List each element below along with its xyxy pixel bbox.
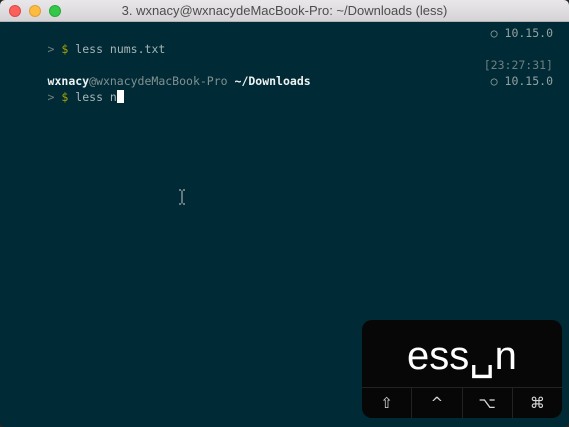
keystroke-overlay: ess␣n ⇧ ^ ⌥ ⌘ bbox=[362, 320, 562, 418]
ibeam-cursor-icon bbox=[179, 189, 185, 205]
prompt-dollar: $ bbox=[61, 90, 69, 104]
keystroke-text: ess␣n bbox=[407, 334, 517, 378]
title-bar[interactable]: 3. wxnacy@wxnacydeMacBook-Pro: ~/Downloa… bbox=[0, 0, 569, 22]
terminal-line-previous-command: > $ less nums.txt ○ 10.15.0 bbox=[6, 25, 553, 56]
window-title: 3. wxnacy@wxnacydeMacBook-Pro: ~/Downloa… bbox=[121, 3, 448, 18]
command-key-icon: ⌘ bbox=[511, 388, 562, 418]
command-input[interactable]: less n bbox=[75, 90, 117, 104]
version-indicator: ○ 10.15.0 bbox=[491, 73, 553, 89]
circle-icon: ○ bbox=[490, 26, 498, 40]
version-text: 10.15.0 bbox=[504, 26, 553, 40]
modifier-keys: ⇧ ^ ⌥ ⌘ bbox=[362, 387, 562, 418]
timestamp: [23:27:31] bbox=[483, 58, 553, 72]
version-text: 10.15.0 bbox=[504, 74, 553, 88]
command-text: less nums.txt bbox=[75, 42, 166, 56]
prompt-arrow: > bbox=[47, 42, 55, 56]
shift-key-icon: ⇧ bbox=[380, 394, 393, 412]
terminal-window: 3. wxnacy@wxnacydeMacBook-Pro: ~/Downloa… bbox=[0, 0, 569, 427]
terminal-line-prompt-header: wxnacy@wxnacydeMacBook-Pro ~/Downloads [… bbox=[6, 57, 553, 88]
text-cursor bbox=[116, 90, 124, 103]
prompt-dollar: $ bbox=[61, 42, 69, 56]
version-indicator: ○ 10.15.0 bbox=[491, 25, 553, 41]
circle-icon: ○ bbox=[490, 74, 498, 88]
terminal-line-current-input[interactable]: > $ less n ○ 10.15.0 bbox=[6, 73, 553, 104]
option-key-icon: ⌥ bbox=[461, 388, 512, 418]
prompt-arrow: > bbox=[47, 90, 55, 104]
control-key-icon: ^ bbox=[411, 388, 461, 418]
